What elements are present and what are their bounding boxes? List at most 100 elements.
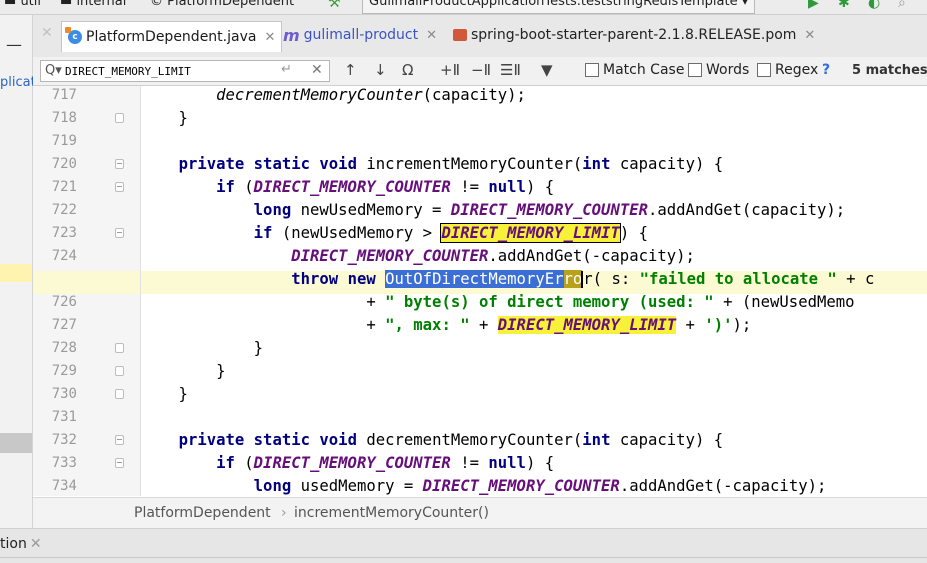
search-everywhere-icon[interactable]: ⌕ (898, 0, 906, 11)
find-all-icon[interactable]: Ω (402, 61, 413, 79)
nav-crumb-platformdependent[interactable]: © PlatformDependent (150, 0, 294, 9)
breadcrumb: PlatformDependent › incrementMemoryCount… (33, 497, 927, 528)
run-configuration-select[interactable]: GulimallProductApplicationTests.teststri… (362, 0, 756, 14)
line-number: 717 (51, 87, 77, 103)
fold-toggle-icon[interactable] (115, 366, 124, 376)
coverage-icon[interactable]: ◐ (868, 0, 880, 11)
line-number: 722 (51, 202, 77, 218)
code-line[interactable]: throw new OutOfDirectMemoryError( s: "fa… (141, 268, 874, 291)
gutter-line: 728 (33, 337, 140, 360)
regex-checkbox[interactable]: Regex (757, 62, 818, 78)
code-line[interactable]: if (DIRECT_MEMORY_COUNTER != null) { (141, 176, 554, 199)
nav-crumb-internal[interactable]: ▬ internal (60, 0, 126, 9)
project-tree-selected-row (0, 264, 32, 282)
tab-platformdependent-java[interactable]: c PlatformDependent.java ✕ (61, 21, 283, 52)
code-line[interactable]: long usedMemory = DIRECT_MEMORY_COUNTER.… (141, 475, 827, 496)
build-hammer-icon[interactable]: ⚒ (328, 0, 341, 11)
close-icon[interactable]: ✕ (30, 536, 42, 552)
tool-window-strip: tion ✕ (0, 528, 927, 563)
tab-gulimall-product[interactable]: m gulimall-product ✕ (277, 22, 443, 48)
close-icon[interactable]: ✕ (41, 25, 53, 41)
fold-toggle-icon[interactable] (115, 435, 124, 445)
line-number: 730 (51, 386, 77, 402)
code-line[interactable]: DIRECT_MEMORY_COUNTER.addAndGet(-capacit… (141, 245, 695, 268)
gutter-line: 726 (33, 291, 140, 314)
gutter-line: 718 (33, 107, 140, 130)
editor-tabs: ✕ c PlatformDependent.java ✕ m gulimall-… (33, 15, 927, 58)
code-line[interactable]: decrementMemoryCounter(capacity); (141, 86, 526, 107)
line-number: 723 (51, 225, 77, 241)
code-line[interactable]: private static void decrementMemoryCount… (141, 429, 724, 452)
code-line[interactable]: } (141, 337, 263, 360)
previous-occurrence-icon[interactable]: ↑ (344, 61, 357, 79)
text-cursor (581, 271, 584, 288)
pom-file-icon (453, 29, 467, 41)
code-line[interactable]: + " byte(s) of direct memory (used: " + … (141, 291, 854, 314)
code-line[interactable]: } (141, 107, 188, 130)
line-number: 731 (51, 409, 77, 425)
search-icon[interactable]: Q▾ (45, 63, 62, 78)
code-line[interactable]: long newUsedMemory = DIRECT_MEMORY_COUNT… (141, 199, 845, 222)
maven-module-icon: m (283, 25, 300, 45)
search-match: DIRECT_MEMORY_LIMIT (497, 316, 677, 334)
collapse-icon[interactable]: — (6, 35, 22, 54)
fold-toggle-icon[interactable] (115, 182, 124, 192)
gutter-line: 722 (33, 199, 140, 222)
current-line-gutter (33, 271, 140, 294)
select-all-occurrences-icon[interactable]: ☰Ⅱ (500, 61, 521, 79)
code-line[interactable]: private static void incrementMemoryCount… (141, 153, 724, 176)
java-class-icon: c (65, 27, 82, 44)
project-panel-strip: — plicati (0, 15, 39, 528)
project-panel-scrollbar[interactable] (0, 433, 32, 453)
nav-crumb-util[interactable]: ▬ util (4, 0, 41, 9)
fold-toggle-icon[interactable] (115, 389, 124, 399)
gutter-line: 723 (33, 222, 140, 245)
fold-toggle-icon[interactable] (115, 113, 124, 123)
fold-toggle-icon[interactable] (115, 159, 124, 169)
add-occurrence-icon[interactable]: +Ⅱ (440, 61, 460, 79)
gutter-line: 732 (33, 429, 140, 452)
close-icon[interactable]: ✕ (264, 30, 275, 45)
fold-toggle-icon[interactable] (115, 343, 124, 353)
code-line[interactable]: + ", max: " + DIRECT_MEMORY_LIMIT + ')')… (141, 314, 751, 337)
code-line[interactable]: if (newUsedMemory > DIRECT_MEMORY_LIMIT)… (141, 222, 648, 245)
run-icon[interactable]: ▶ (808, 0, 819, 11)
gutter-line: 724 (33, 245, 140, 268)
code-line[interactable]: } (141, 360, 225, 383)
line-number: 729 (51, 363, 77, 379)
line-number: 726 (51, 294, 77, 310)
divider (0, 557, 927, 558)
tool-window-tab[interactable]: tion ✕ (0, 536, 42, 552)
close-icon[interactable]: ✕ (804, 28, 815, 43)
match-count: 5 matches (852, 63, 927, 78)
new-line-icon[interactable]: ↵ (281, 62, 292, 77)
close-icon[interactable]: ✕ (426, 28, 437, 43)
fold-toggle-icon[interactable] (115, 458, 124, 468)
gutter-line: 719 (33, 130, 140, 153)
tab-spring-boot-starter-parent-pom[interactable]: spring-boot-starter-parent-2.1.8.RELEASE… (447, 22, 821, 48)
fold-toggle-icon[interactable] (115, 228, 124, 238)
clear-search-icon[interactable]: ✕ (311, 62, 323, 78)
code-line[interactable]: if (DIRECT_MEMORY_COUNTER != null) { (141, 452, 554, 475)
filter-icon[interactable]: ▼ (541, 61, 553, 79)
breadcrumb-class[interactable]: PlatformDependent (134, 505, 271, 521)
search-input[interactable] (65, 63, 265, 79)
folder-icon: ▬ (4, 0, 17, 9)
line-number: 719 (51, 133, 77, 149)
debug-icon[interactable]: ✱ (838, 0, 850, 11)
code-line[interactable]: } (141, 383, 188, 406)
words-checkbox[interactable]: Words (688, 62, 749, 78)
search-field: Q▾ ↵ ✕ (40, 60, 330, 82)
remove-occurrence-icon[interactable]: −Ⅱ (471, 61, 491, 79)
breadcrumb-method[interactable]: incrementMemoryCounter() (294, 505, 489, 521)
code-editor[interactable]: 7177187197207217227237247257267277287297… (33, 86, 927, 496)
gutter-line: 727 (33, 314, 140, 337)
next-occurrence-icon[interactable]: ↓ (374, 61, 387, 79)
line-number: 718 (51, 110, 77, 126)
line-number: 721 (51, 179, 77, 195)
line-number: 724 (51, 248, 77, 264)
gutter-line: 717 (33, 86, 140, 107)
regex-help-link[interactable]: ? (822, 62, 830, 78)
gutter-line: 721 (33, 176, 140, 199)
match-case-checkbox[interactable]: Match Case (585, 62, 684, 78)
